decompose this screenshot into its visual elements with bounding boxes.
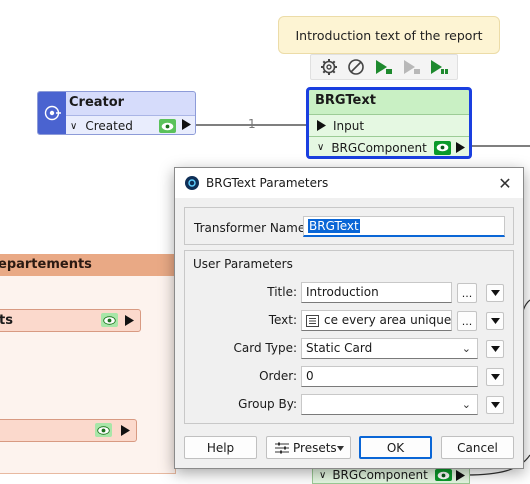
- eye-icon[interactable]: [95, 423, 112, 437]
- port-label: Input: [333, 118, 365, 133]
- eye-icon[interactable]: [159, 119, 176, 133]
- title-label: Title:: [267, 285, 297, 299]
- run-between-icon[interactable]: [427, 56, 451, 78]
- order-input[interactable]: 0: [301, 366, 478, 387]
- dialog-title: BRGText Parameters: [206, 176, 329, 190]
- bookmark-title[interactable]: epartements: [0, 254, 176, 276]
- run-from-this-icon: [400, 56, 424, 78]
- brgtext-title: BRGText: [315, 93, 376, 108]
- text-input[interactable]: ce every area unique. ...: [301, 310, 452, 331]
- output-arrow-icon: [125, 315, 134, 326]
- brgtext-input-port[interactable]: Input: [309, 114, 469, 136]
- title-ellipsis-button[interactable]: ...: [457, 283, 477, 303]
- group-by-options-button[interactable]: [486, 396, 504, 414]
- port-label: BRGComponent: [331, 140, 427, 155]
- order-label: Order:: [259, 369, 297, 383]
- output-arrow-icon: [456, 469, 465, 481]
- input-arrow-icon: [317, 120, 326, 131]
- port-label: Created: [85, 119, 133, 133]
- chevron-down-icon: ⌄: [461, 342, 471, 355]
- output-arrow-icon: [456, 142, 465, 153]
- output-arrow-icon: [182, 119, 191, 133]
- brgtext-node[interactable]: BRGText Input ∨ BRGComponent: [306, 87, 472, 159]
- node-label: ts: [0, 313, 13, 328]
- ok-button[interactable]: OK: [359, 436, 432, 459]
- disable-icon[interactable]: [344, 56, 368, 78]
- feature-count: 1: [248, 117, 256, 131]
- chevron-down-icon[interactable]: ∨: [70, 121, 77, 132]
- sliders-icon: [275, 442, 289, 453]
- partial-node-2[interactable]: [0, 419, 137, 442]
- order-options-button[interactable]: [486, 368, 504, 386]
- text-editor-icon: [306, 315, 319, 327]
- eye-icon[interactable]: [434, 140, 451, 155]
- card-type-select[interactable]: Static Card ⌄: [301, 338, 478, 359]
- text-options-button[interactable]: [486, 312, 504, 330]
- dialog-titlebar[interactable]: BRGText Parameters ✕: [175, 168, 523, 198]
- eye-icon[interactable]: [101, 313, 118, 327]
- transformer-name-label: Transformer Name:: [194, 221, 310, 235]
- title-input[interactable]: Introduction: [301, 282, 452, 303]
- user-parameters-group: User Parameters Title: Introduction ... …: [184, 250, 514, 424]
- partial-node[interactable]: ts: [0, 309, 141, 332]
- gear-icon[interactable]: [317, 56, 341, 78]
- port-label: BRGComponent: [332, 468, 428, 482]
- title-options-button[interactable]: [486, 284, 504, 302]
- user-parameters-label: User Parameters: [193, 257, 293, 271]
- parameters-dialog: BRGText Parameters ✕ Transformer Name: B…: [174, 167, 524, 469]
- creator-title: Creator: [69, 95, 125, 110]
- text-label: Text:: [268, 313, 297, 327]
- chevron-down-icon: ⌄: [461, 398, 471, 411]
- close-icon[interactable]: ✕: [497, 174, 513, 193]
- creator-icon: [38, 92, 66, 134]
- report-annotation[interactable]: Introduction text of the report: [278, 16, 500, 54]
- group-by-select[interactable]: ⌄: [301, 394, 478, 415]
- presets-button[interactable]: Presets: [266, 436, 351, 459]
- chevron-down-icon: [337, 446, 344, 451]
- creator-output-port[interactable]: ∨ Created: [66, 115, 195, 134]
- group-by-label: Group By:: [238, 397, 297, 411]
- text-ellipsis-button[interactable]: ...: [457, 311, 477, 331]
- help-button[interactable]: Help: [184, 436, 257, 459]
- brgtext-output-port[interactable]: ∨ BRGComponent: [309, 136, 469, 156]
- chevron-down-icon[interactable]: ∨: [319, 470, 326, 481]
- transformer-name-group: Transformer Name: BRGText: [184, 207, 514, 245]
- chevron-down-icon[interactable]: ∨: [317, 142, 324, 153]
- cancel-button[interactable]: Cancel: [441, 436, 514, 459]
- creator-node[interactable]: Creator ∨ Created: [37, 91, 196, 135]
- eye-icon[interactable]: [435, 469, 452, 481]
- output-arrow-icon: [121, 425, 130, 436]
- node-toolbar: [310, 54, 458, 80]
- fme-app-icon: [185, 176, 199, 190]
- run-to-this-icon[interactable]: [372, 56, 396, 78]
- transformer-name-input[interactable]: BRGText: [303, 216, 505, 237]
- card-type-label: Card Type:: [233, 341, 298, 355]
- card-type-options-button[interactable]: [486, 340, 504, 358]
